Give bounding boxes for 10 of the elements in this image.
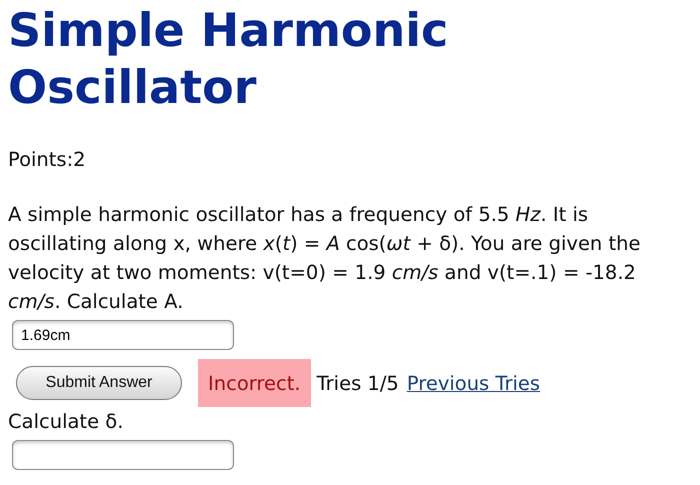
previous-tries-link[interactable]: Previous Tries: [406, 372, 540, 394]
page-title: Simple Harmonic Oscillator: [8, 2, 450, 116]
answer-field[interactable]: [12, 440, 234, 470]
feedback-label: Incorrect.: [198, 359, 311, 407]
question-text: A simple harmonic oscillator has a frequency of 5.5 Hz. It is oscillating along x, where x(t) = A cos(ωt + δ). You are given the velocity at two moments: v(t=0) = 1.9 cm/s and v(t=.1) = -18.2 cm/s. Calculate A.: [8, 202, 642, 315]
question-text: Calculate δ.: [8, 409, 124, 435]
points-label: Points:2: [8, 147, 87, 173]
answer-field[interactable]: 1.69cm: [12, 320, 234, 350]
tries-count: Tries 1/5: [316, 372, 399, 394]
submit-button[interactable]: Submit Answer: [16, 366, 182, 400]
